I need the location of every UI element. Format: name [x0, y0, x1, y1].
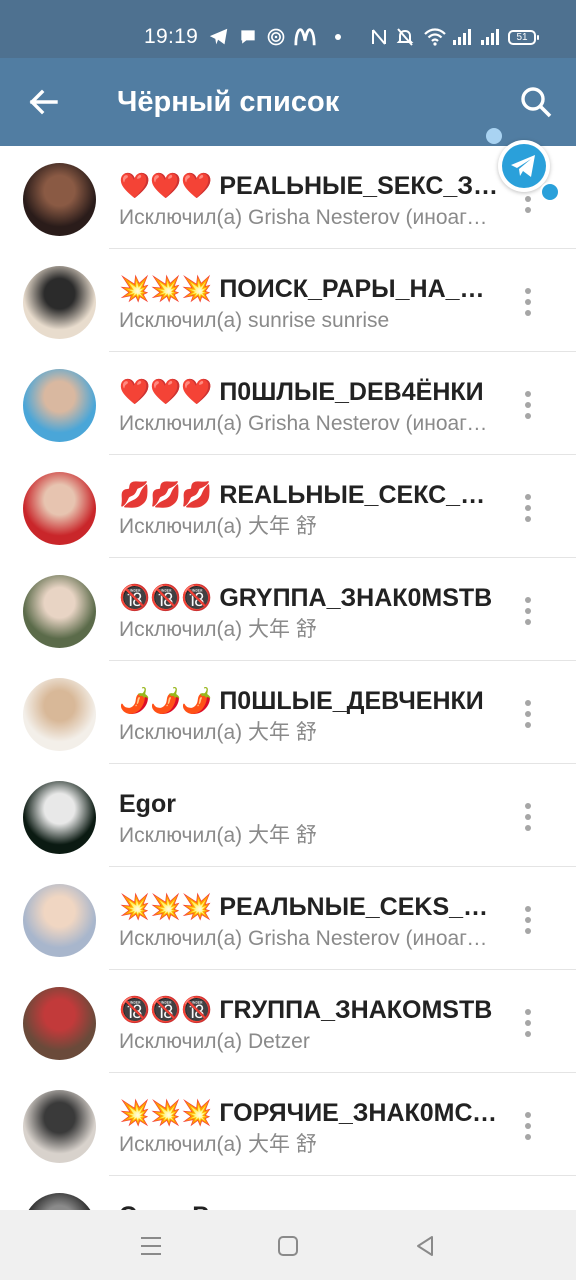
blocked-users-list: ❤️❤️❤️ РЕАLЬНЫЕ_SЕКС_ЗНАКОМСТВА Исключил(…	[0, 146, 576, 1210]
user-name: 💥💥💥 ПОИСК_РАРЫ_НА_ВЕЧЕР	[119, 275, 499, 303]
user-name: 🌶️🌶️🌶️ П0ШLЫЕ_ДЕВЧЕНКИ	[119, 687, 484, 715]
avatar[interactable]	[23, 163, 96, 236]
battery-indicator: 51	[508, 29, 539, 45]
more-options-icon[interactable]	[516, 388, 540, 422]
search-icon[interactable]	[516, 82, 556, 122]
mute-bell-icon	[396, 28, 414, 46]
signal-icon-2	[481, 29, 499, 45]
user-name: Egor	[119, 790, 176, 818]
more-options-icon[interactable]	[516, 594, 540, 628]
blocked-user-row[interactable]: 🔞🔞🔞 GRYППА_ЗНАК0MSТВ Исключил(а) 大年 舒	[0, 558, 576, 661]
more-options-icon[interactable]	[516, 491, 540, 525]
avatar[interactable]	[23, 678, 96, 751]
avatar[interactable]	[23, 1090, 96, 1163]
blocked-by-text: Исключил(а) Grisha Nesterov (иноагент)	[119, 927, 499, 950]
notification-icons	[208, 25, 342, 49]
blocked-user-row[interactable]: 🌶️🌶️🌶️ П0ШLЫЕ_ДЕВЧЕНКИ Исключил(а) 大年 舒	[0, 661, 576, 764]
blocked-user-row[interactable]: CентеР	[0, 1176, 576, 1210]
blocked-by-text: Исключил(а) Grisha Nesterov (иноагент)	[119, 206, 499, 229]
back-triangle-icon[interactable]	[412, 1232, 440, 1260]
avatar[interactable]	[23, 781, 96, 854]
recents-menu-icon[interactable]	[137, 1232, 165, 1260]
more-options-icon[interactable]	[516, 697, 540, 731]
more-options-icon[interactable]	[516, 1109, 540, 1143]
user-name: 💥💥💥 РЕАЛЬNЫЕ_СEKS_ZНАКОМСТВА	[119, 893, 499, 921]
avatar[interactable]	[23, 987, 96, 1060]
system-icons: 51	[370, 25, 539, 49]
user-name: ❤️❤️❤️ П0ШЛЫЕ_DЕВ4ЁНКИ	[119, 378, 484, 406]
back-arrow-icon[interactable]	[24, 82, 64, 122]
blocked-by-text: Исключил(а) Grisha Nesterov (иноагент)	[119, 412, 499, 435]
blocked-user-row[interactable]: 🔞🔞🔞 ГRУППА_ЗНАКОМSТВ Исключил(а) Detzer	[0, 970, 576, 1073]
blocked-by-text: Исключил(а) Detzer	[119, 1030, 310, 1053]
blocked-by-text: Исключил(а) 大年 舒	[119, 824, 317, 847]
user-name: CентеР	[119, 1200, 499, 1210]
dot-icon	[335, 34, 341, 40]
navigation-bar	[0, 1210, 576, 1280]
telegram-badge-icon	[540, 182, 560, 202]
wifi-icon	[424, 28, 446, 46]
more-options-icon[interactable]	[516, 800, 540, 834]
blocked-by-text: Исключил(а) 大年 舒	[119, 1133, 317, 1156]
user-name: 💋💋💋 REАLЬНЫЕ_СЕКС_ZНАКОМСТВА	[119, 481, 499, 509]
blocked-user-row[interactable]: ❤️❤️❤️ П0ШЛЫЕ_DЕВ4ЁНКИ Исключил(а) Grisha…	[0, 352, 576, 455]
user-name: 🔞🔞🔞 ГRУППА_ЗНАКОМSТВ	[119, 996, 493, 1024]
avatar[interactable]	[23, 884, 96, 957]
blocked-user-row[interactable]: Egor Исключил(а) 大年 舒	[0, 764, 576, 867]
page-title: Чёрный список	[117, 86, 340, 118]
blocked-user-row[interactable]: 💥💥💥 ПОИСК_РАРЫ_НА_ВЕЧЕР Исключил(а) sunri…	[0, 249, 576, 352]
mcdonalds-icon	[294, 28, 316, 46]
user-name: 💥💥💥 ГОРЯЧИЕ_ЗНАК0МСТВА	[119, 1099, 499, 1127]
status-time: 19:19	[144, 25, 199, 48]
more-options-icon[interactable]	[516, 285, 540, 319]
spiral-icon	[267, 28, 285, 46]
blocked-by-text: Исключил(а) 大年 舒	[119, 721, 317, 744]
avatar[interactable]	[23, 369, 96, 442]
blocked-user-row[interactable]: ❤️❤️❤️ РЕАLЬНЫЕ_SЕКС_ЗНАКОМСТВА Исключил(…	[0, 146, 576, 249]
blocked-by-text: Исключил(а) 大年 舒	[119, 618, 317, 641]
more-options-icon[interactable]	[516, 1006, 540, 1040]
message-icon	[241, 30, 255, 44]
telegram-notification-icon	[209, 28, 228, 45]
blocked-user-row[interactable]: 💋💋💋 REАLЬНЫЕ_СЕКС_ZНАКОМСТВА Исключил(а) …	[0, 455, 576, 558]
avatar[interactable]	[23, 1193, 96, 1210]
avatar[interactable]	[23, 575, 96, 648]
blocked-by-text: Исключил(а) 大年 舒	[119, 515, 317, 538]
blocked-by-text: Исключил(а) sunrise sunrise	[119, 309, 390, 332]
blocked-user-row[interactable]: 💥💥💥 ГОРЯЧИЕ_ЗНАК0МСТВА Исключил(а) 大年 舒	[0, 1073, 576, 1176]
avatar[interactable]	[23, 472, 96, 545]
user-name: ❤️❤️❤️ РЕАLЬНЫЕ_SЕКС_ЗНАКОМСТВА	[119, 172, 499, 200]
signal-icon	[453, 29, 471, 45]
nfc-icon	[372, 29, 386, 45]
status-bar: 19:19 51	[0, 0, 576, 58]
blocked-user-row[interactable]: 💥💥💥 РЕАЛЬNЫЕ_СEKS_ZНАКОМСТВА Исключил(а) …	[0, 867, 576, 970]
home-icon[interactable]	[274, 1232, 302, 1260]
avatar[interactable]	[23, 266, 96, 339]
more-options-icon[interactable]	[516, 903, 540, 937]
user-name: 🔞🔞🔞 GRYППА_ЗНАК0MSТВ	[119, 584, 493, 612]
